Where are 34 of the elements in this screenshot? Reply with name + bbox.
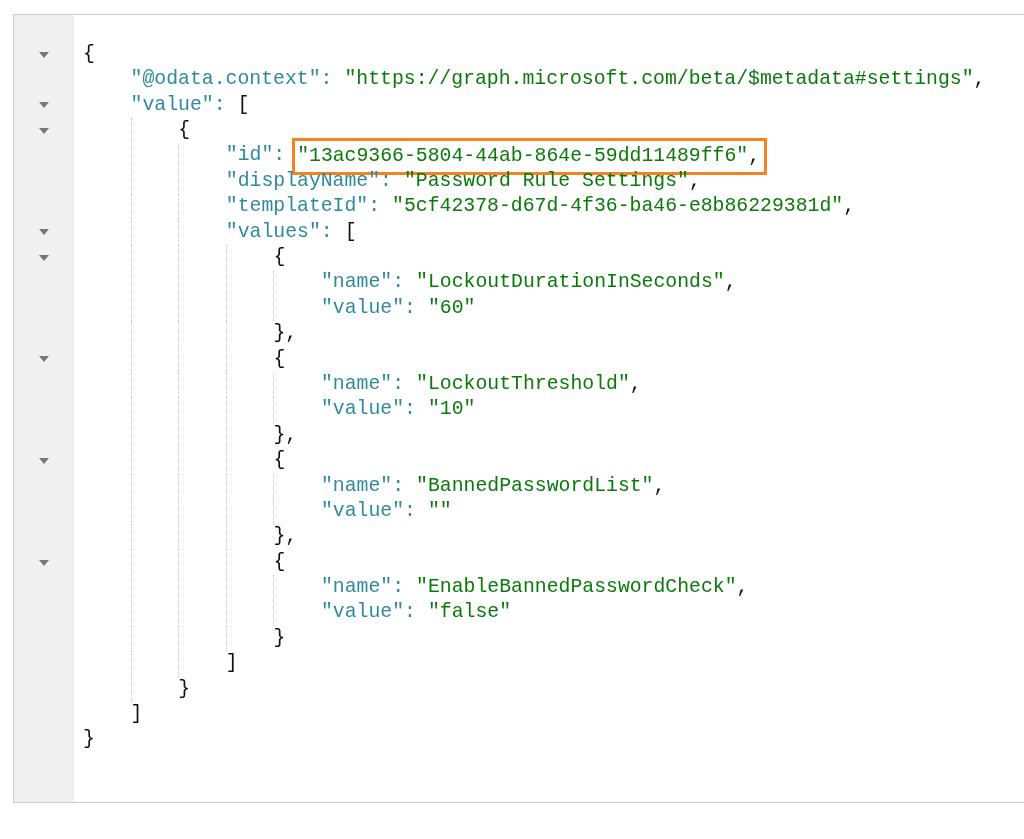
bracket: { bbox=[273, 448, 286, 474]
bracket: } bbox=[273, 625, 286, 651]
bracket: [ bbox=[344, 219, 357, 245]
bracket: } bbox=[83, 727, 95, 753]
json-value: "10" bbox=[427, 397, 476, 423]
bracket: }, bbox=[273, 321, 298, 347]
bracket: [ bbox=[237, 92, 250, 118]
bracket: } bbox=[178, 676, 191, 702]
bracket: }, bbox=[273, 524, 298, 550]
json-value: "EnableBannedPasswordCheck", bbox=[416, 575, 749, 601]
bracket: { bbox=[83, 41, 95, 67]
json-value: "LockoutThreshold", bbox=[416, 371, 642, 397]
bracket: { bbox=[273, 549, 286, 575]
collapse-arrow-icon[interactable] bbox=[39, 559, 49, 566]
collapse-arrow-icon[interactable] bbox=[39, 102, 49, 109]
bracket: ] bbox=[130, 702, 143, 727]
collapse-arrow-icon[interactable] bbox=[39, 254, 49, 261]
json-value: "" bbox=[427, 498, 452, 524]
json-value: "BannedPasswordList", bbox=[416, 473, 666, 499]
bracket: { bbox=[273, 245, 286, 270]
collapse-arrow-icon[interactable] bbox=[39, 229, 49, 236]
collapse-arrow-icon[interactable] bbox=[39, 51, 49, 58]
json-value: "https://graph.microsoft.com/beta/$metadata#settings", bbox=[344, 67, 986, 93]
bracket: { bbox=[273, 346, 286, 372]
json-value: "LockoutDurationInSeconds", bbox=[416, 270, 737, 296]
collapse-arrow-icon[interactable] bbox=[39, 127, 49, 134]
collapse-arrow-icon[interactable] bbox=[39, 356, 49, 363]
bracket: { bbox=[178, 118, 191, 144]
collapse-arrow-icon[interactable] bbox=[39, 457, 49, 464]
bracket: }, bbox=[273, 422, 298, 448]
json-value: "60" bbox=[427, 295, 476, 321]
bracket: ] bbox=[225, 651, 238, 677]
json-value: "false" bbox=[427, 600, 512, 626]
json-value: "5cf42378-d67d-4f36-ba46-e8b86229381d", bbox=[392, 194, 856, 220]
